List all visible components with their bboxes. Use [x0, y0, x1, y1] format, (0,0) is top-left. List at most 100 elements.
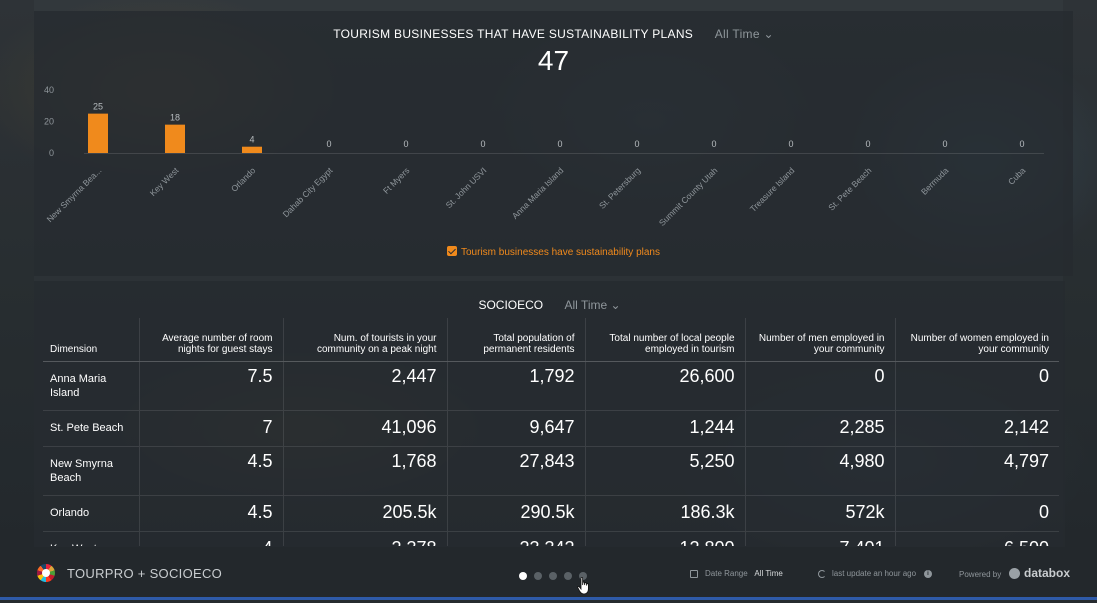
data-label: 0: [403, 139, 408, 149]
table-cell: 2,378: [282, 530, 447, 546]
table-cell: 5,250: [584, 445, 745, 495]
page-dot[interactable]: [519, 572, 527, 580]
y-tick-label: 20: [44, 117, 54, 127]
y-tick-label: 0: [49, 148, 54, 158]
table-row: St. Pete Beach 7 41,096 9,647 1,244 2,28…: [43, 409, 1059, 446]
table-cell: 0: [744, 360, 895, 410]
sdg-wheel-logo-icon: [37, 564, 55, 582]
row-dimension: Key West: [43, 530, 139, 546]
x-tick-label: Treasure Island: [748, 165, 797, 214]
row-dimension: St. Pete Beach: [43, 409, 139, 446]
dashboard-footer: TOURPRO + SOCIOECO Date Range All Time l…: [0, 547, 1097, 600]
y-tick-label: 40: [44, 85, 54, 95]
table-cell: 4,797: [894, 445, 1059, 495]
x-tick-label: Summit County Utah: [657, 165, 720, 228]
page-dot[interactable]: [534, 572, 542, 580]
databox-brand[interactable]: databox: [1024, 566, 1070, 580]
column-header[interactable]: Number of men employed in your community: [744, 318, 895, 362]
table-cell: 7,401: [744, 530, 895, 546]
table-scroll-area[interactable]: Dimension Average number of room nights …: [43, 318, 1059, 546]
table-cell: 4.5: [138, 445, 283, 495]
x-tick-label: Cuba: [1006, 165, 1028, 187]
table-cell: 12,800: [584, 530, 745, 546]
date-range-label: Date Range: [705, 569, 748, 578]
widget-title: SOCIOECO: [478, 298, 544, 312]
date-range[interactable]: Date Range All Time: [705, 569, 783, 578]
bottom-accent-strip: [0, 597, 1097, 600]
dashboard-name[interactable]: TOURPRO + SOCIOECO: [67, 566, 222, 581]
table-cell: 9,647: [446, 409, 585, 446]
date-filter-dropdown[interactable]: All Time ⌄: [564, 298, 620, 312]
data-label: 25: [93, 102, 103, 112]
table-header-row: Dimension Average number of room nights …: [43, 318, 1059, 362]
column-header[interactable]: Average number of room nights for guest …: [138, 318, 283, 362]
x-tick-label: Bermuda: [919, 165, 951, 197]
table-row: Orlando 4.5 205.5k 290.5k 186.3k 572k 0: [43, 494, 1059, 531]
table-cell: 23,342: [446, 530, 585, 546]
column-header[interactable]: Num. of tourists in your community on a …: [282, 318, 447, 362]
data-label: 0: [942, 139, 947, 149]
table-cell: 186.3k: [584, 494, 745, 531]
x-tick-label: St. Petersburg: [597, 165, 643, 211]
x-tick-label: Dahab City Egypt: [281, 165, 335, 219]
x-tick-label: Ft Myers: [381, 165, 411, 195]
bar-chart: 0 20 40 25 New Smyrna Bea... 18 Key West 4 Orlan…: [44, 85, 1044, 228]
x-tick-label: Orlando: [229, 165, 258, 194]
sustainability-widget[interactable]: TOURISM BUSINESSES THAT HAVE SUSTAINABIL…: [34, 11, 1073, 276]
table-cell: 7: [138, 409, 283, 446]
table-cell: 4: [138, 530, 283, 546]
left-edge: [0, 0, 34, 551]
table-cell: 1,792: [446, 360, 585, 410]
socioeco-table: Dimension Average number of room nights …: [43, 318, 1059, 546]
data-label: 0: [326, 139, 331, 149]
table-cell: 0: [894, 360, 1059, 410]
column-header[interactable]: Total number of local people employed in…: [584, 318, 745, 362]
refresh-icon[interactable]: [818, 570, 826, 578]
table-cell: 205.5k: [282, 494, 447, 531]
socioeco-widget[interactable]: SOCIOECO All Time ⌄ Dimension Average nu…: [34, 281, 1065, 547]
data-label: 0: [634, 139, 639, 149]
last-update: last update an hour ago: [832, 569, 917, 578]
info-icon[interactable]: i: [924, 570, 932, 578]
legend-checkbox-icon[interactable]: [447, 246, 457, 256]
table-cell: 27,843: [446, 445, 585, 495]
table-cell: 0: [894, 494, 1059, 531]
date-range-value: All Time: [754, 569, 783, 578]
bar: [165, 124, 185, 153]
row-dimension: Orlando: [43, 494, 139, 531]
table-cell: 6,500: [894, 530, 1059, 546]
bar: [88, 113, 108, 153]
page-dot[interactable]: [564, 572, 572, 580]
data-label: 0: [788, 139, 793, 149]
table-cell: 4.5: [138, 494, 283, 531]
page-dot[interactable]: [549, 572, 557, 580]
table-cell: 7.5: [138, 360, 283, 410]
data-label: 4: [249, 135, 254, 145]
table-cell: 1,244: [584, 409, 745, 446]
table-cell: 290.5k: [446, 494, 585, 531]
x-tick-label: St. John USVI: [444, 165, 489, 210]
data-label: 18: [170, 113, 180, 123]
row-dimension: New Smyrna Beach: [43, 445, 139, 495]
data-label: 0: [557, 139, 562, 149]
table-cell: 41,096: [282, 409, 447, 446]
table-cell: 4,980: [744, 445, 895, 495]
data-label: 0: [480, 139, 485, 149]
column-header[interactable]: Number of women employed in your communi…: [894, 318, 1059, 362]
databox-logo-icon: [1009, 568, 1020, 579]
table-row: New Smyrna Beach 4.5 1,768 27,843 5,250 …: [43, 445, 1059, 495]
column-header[interactable]: Total population of permanent residents: [446, 318, 585, 362]
table-cell: 1,768: [282, 445, 447, 495]
widget-title-row: SOCIOECO All Time ⌄: [34, 298, 1065, 312]
chart-legend[interactable]: Tourism businesses have sustainability p…: [34, 246, 1073, 258]
powered-by: Powered by: [959, 570, 1002, 579]
row-dimension: Anna Maria Island: [43, 360, 139, 410]
table-cell: 2,447: [282, 360, 447, 410]
legend-label: Tourism businesses have sustainability p…: [461, 247, 660, 258]
x-tick-label: Anna Maria Island: [510, 165, 566, 221]
data-label: 0: [1019, 139, 1024, 149]
table-cell: 2,142: [894, 409, 1059, 446]
table-row: Key West 4 2,378 23,342 12,800 7,401 6,5…: [43, 530, 1059, 546]
x-tick-label: St. Pete Beach: [826, 165, 873, 212]
column-header[interactable]: Dimension: [43, 318, 139, 362]
